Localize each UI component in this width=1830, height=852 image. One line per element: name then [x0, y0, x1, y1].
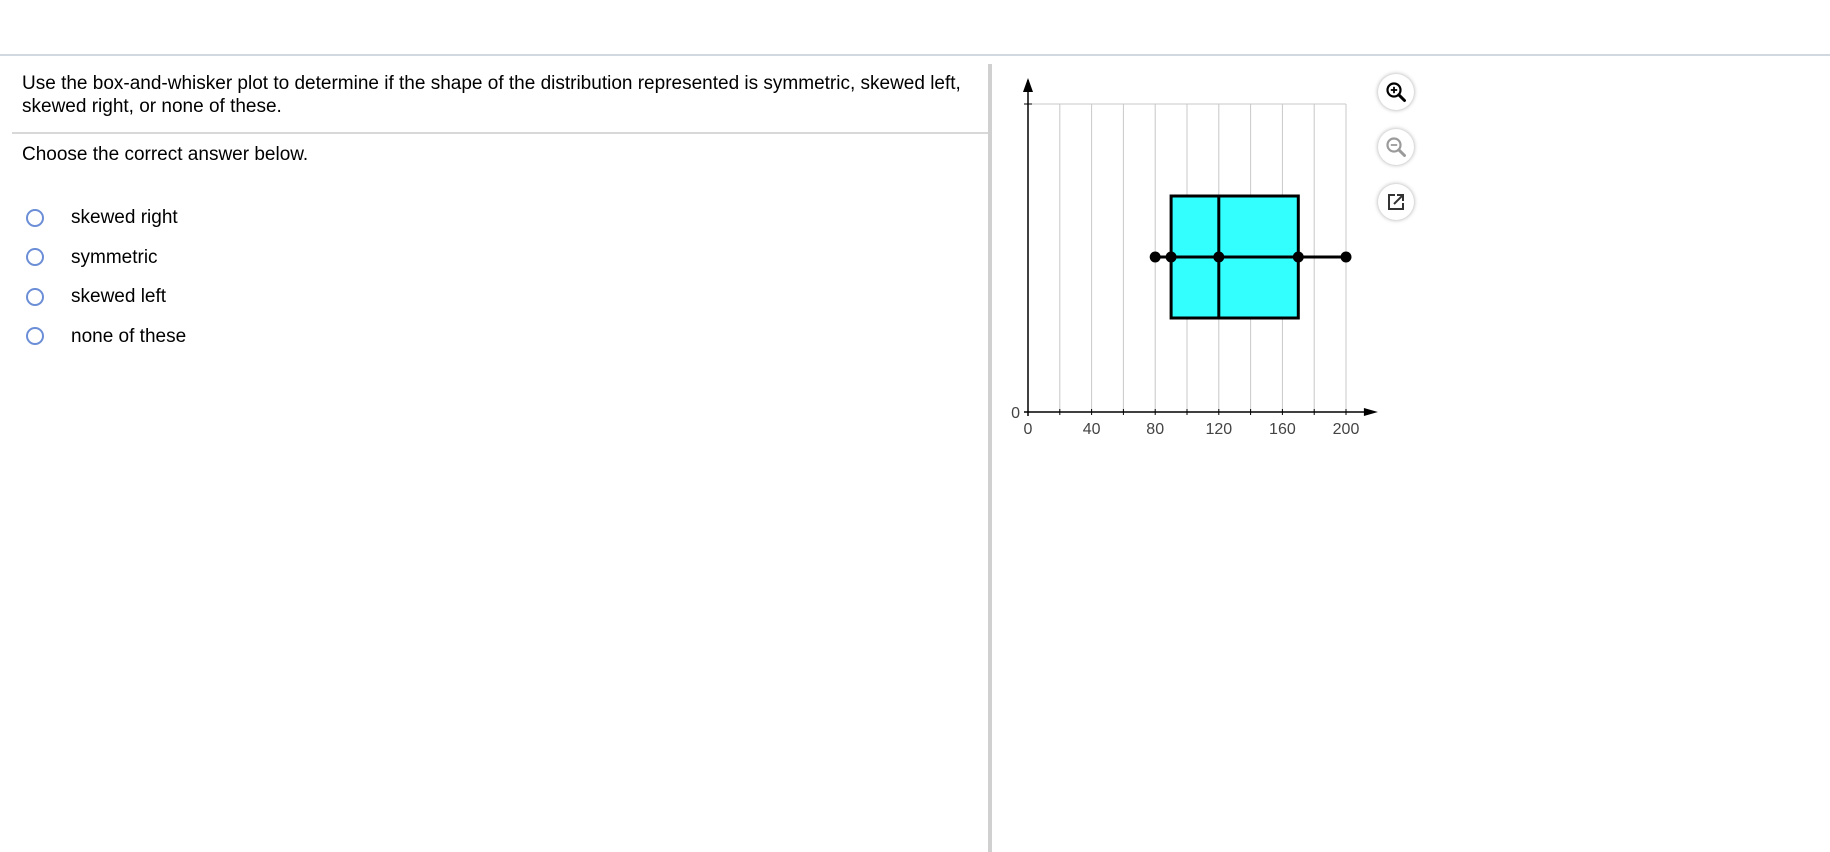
y-axis-arrow	[1023, 78, 1033, 92]
zoom-in-button[interactable]	[1378, 74, 1414, 110]
box-plot-chart: 0 40 80 120 160 200 0	[1011, 78, 1378, 438]
radio-button[interactable]	[26, 327, 44, 346]
radio-button[interactable]	[26, 248, 44, 267]
zoom-in-icon	[1386, 82, 1406, 102]
point-min	[1149, 251, 1161, 263]
option-skewed-right[interactable]: skewed right	[22, 198, 186, 238]
popout-button[interactable]	[1378, 184, 1414, 220]
option-label: skewed right	[71, 207, 178, 229]
point-q1	[1165, 251, 1177, 263]
x-axis-arrow	[1363, 408, 1378, 416]
graph-pane: 0 40 80 120 160 200 0	[992, 56, 1830, 852]
x-tick-label: 0	[1024, 421, 1033, 438]
question-text: Use the box-and-whisker plot to determin…	[22, 73, 961, 117]
x-tick-label: 80	[1146, 421, 1164, 438]
point-max	[1340, 251, 1352, 263]
option-label: none of these	[71, 325, 187, 347]
option-none-of-these[interactable]: none of these	[22, 317, 186, 357]
radio-button[interactable]	[26, 208, 44, 227]
question-divider	[12, 132, 988, 134]
x-tick-label: 40	[1083, 421, 1101, 438]
point-median	[1213, 251, 1225, 263]
answer-options: skewed right symmetric skewed left none …	[22, 198, 186, 356]
popout-icon	[1388, 194, 1404, 210]
y-tick-label: 0	[1011, 405, 1020, 422]
x-tick-label: 120	[1205, 421, 1232, 438]
radio-button[interactable]	[26, 287, 44, 306]
x-tick-label: 160	[1269, 421, 1296, 438]
zoom-out-icon	[1386, 137, 1406, 157]
zoom-out-button[interactable]	[1378, 129, 1414, 165]
instruction-text: Choose the correct answer below.	[22, 144, 309, 165]
option-label: skewed left	[71, 286, 167, 308]
option-label: symmetric	[71, 246, 158, 268]
point-q3	[1292, 251, 1304, 263]
x-tick-label: 200	[1333, 421, 1360, 438]
option-skewed-left[interactable]: skewed left	[22, 277, 186, 317]
option-symmetric[interactable]: symmetric	[22, 238, 186, 278]
question-pane: Use the box-and-whisker plot to determin…	[0, 56, 988, 852]
